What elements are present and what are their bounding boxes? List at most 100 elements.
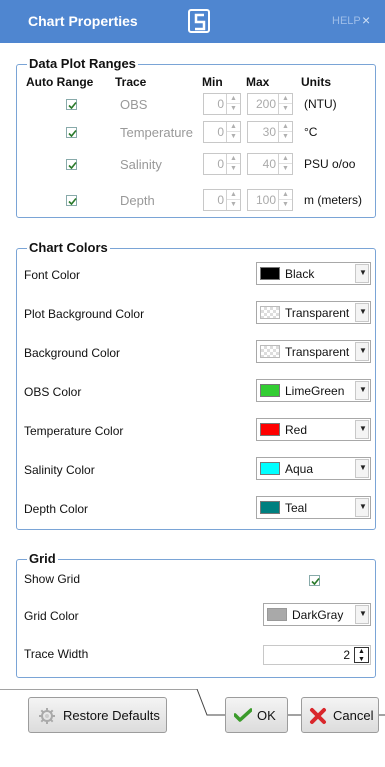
trace-width-stepper[interactable]: 2 ▲ ▼ [263,645,371,665]
chevron-down-icon[interactable]: ▼ [355,605,369,624]
color-select[interactable]: Transparent ▼ [256,340,371,363]
color-value: Transparent [285,345,350,359]
max-stepper[interactable]: 200 ▲ ▼ [247,93,293,115]
chart-colors-title: Chart Colors [27,240,110,255]
color-select[interactable]: Teal ▼ [256,496,371,519]
auto-range-checkbox[interactable] [66,159,77,170]
stepper-arrows[interactable]: ▲ ▼ [354,647,369,663]
cancel-button[interactable]: Cancel [301,697,379,733]
decrement-arrow-icon[interactable]: ▼ [279,132,292,142]
increment-arrow-icon[interactable]: ▲ [227,94,240,104]
increment-arrow-icon[interactable]: ▲ [227,122,240,132]
max-value: 40 [262,157,276,171]
increment-arrow-icon[interactable]: ▲ [279,94,292,104]
ok-button[interactable]: OK [225,697,288,733]
close-icon [309,707,327,728]
grid-color-select[interactable]: DarkGray ▼ [263,603,371,626]
decrement-arrow-icon[interactable]: ▼ [227,104,240,114]
increment-arrow-icon[interactable]: ▲ [358,648,365,655]
grid-title: Grid [27,551,58,566]
chevron-down-icon[interactable]: ▼ [355,342,369,361]
color-swatch [260,306,280,319]
chevron-down-icon[interactable]: ▼ [355,498,369,517]
decrement-arrow-icon[interactable]: ▼ [358,656,365,663]
stepper-arrows[interactable]: ▲ ▼ [226,122,240,142]
auto-range-checkbox[interactable] [66,127,77,138]
increment-arrow-icon[interactable]: ▲ [279,122,292,132]
color-property-label: Depth Color [24,502,89,516]
decrement-arrow-icon[interactable]: ▼ [279,104,292,114]
stepper-arrows[interactable]: ▲ ▼ [278,94,292,114]
stepper-arrows[interactable]: ▲ ▼ [278,154,292,174]
max-header: Max [246,75,270,89]
chevron-down-icon[interactable]: ▼ [355,459,369,478]
color-property-label: Temperature Color [24,424,124,438]
grid-color-value: DarkGray [292,608,344,622]
color-swatch [260,384,280,397]
decrement-arrow-icon[interactable]: ▼ [279,164,292,174]
color-select[interactable]: Transparent ▼ [256,301,371,324]
units-label: °C [304,125,318,139]
max-stepper[interactable]: 100 ▲ ▼ [247,189,293,211]
min-stepper[interactable]: 0 ▲ ▼ [203,93,241,115]
stepper-arrows[interactable]: ▲ ▼ [278,122,292,142]
min-stepper[interactable]: 0 ▲ ▼ [203,121,241,143]
increment-arrow-icon[interactable]: ▲ [279,190,292,200]
max-stepper[interactable]: 30 ▲ ▼ [247,121,293,143]
increment-arrow-icon[interactable]: ▲ [227,154,240,164]
decrement-arrow-icon[interactable]: ▼ [227,164,240,174]
gear-icon [38,707,56,728]
units-label: (NTU) [304,97,337,111]
min-value: 0 [217,157,224,171]
trace-name: Depth [120,193,155,208]
min-value: 0 [217,97,224,111]
color-property-label: Font Color [24,268,81,282]
trace-name: Salinity [120,157,162,172]
grid-color-label: Grid Color [24,609,79,623]
min-stepper[interactable]: 0 ▲ ▼ [203,189,241,211]
auto-range-header: Auto Range [26,75,94,89]
data-range-row: Temperature 0 ▲ ▼ 30 ▲ ▼ °C [0,121,385,145]
data-range-row: Depth 0 ▲ ▼ 100 ▲ ▼ m (meters) [0,189,385,213]
stepper-arrows[interactable]: ▲ ▼ [226,190,240,210]
color-value: LimeGreen [285,384,345,398]
close-icon[interactable]: × [362,12,370,28]
increment-arrow-icon[interactable]: ▲ [227,190,240,200]
color-swatch [260,501,280,514]
units-label: m (meters) [304,193,362,207]
stepper-arrows[interactable]: ▲ ▼ [226,94,240,114]
auto-range-checkbox[interactable] [66,195,77,206]
auto-range-checkbox[interactable] [66,99,77,110]
color-select[interactable]: Aqua ▼ [256,457,371,480]
data-plot-ranges-title: Data Plot Ranges [27,56,138,71]
chevron-down-icon[interactable]: ▼ [355,303,369,322]
color-select[interactable]: Black ▼ [256,262,371,285]
ok-label: OK [257,708,276,723]
increment-arrow-icon[interactable]: ▲ [279,154,292,164]
max-value: 30 [262,125,276,139]
units-label: PSU o/oo [304,157,356,171]
decrement-arrow-icon[interactable]: ▼ [227,200,240,210]
stepper-arrows[interactable]: ▲ ▼ [278,190,292,210]
show-grid-label: Show Grid [24,572,81,586]
color-select[interactable]: Red ▼ [256,418,371,441]
help-link[interactable]: HELP [332,15,361,27]
stepper-arrows[interactable]: ▲ ▼ [226,154,240,174]
color-value: Aqua [285,462,314,476]
chevron-down-icon[interactable]: ▼ [355,264,369,283]
restore-defaults-button[interactable]: Restore Defaults [28,697,167,733]
min-stepper[interactable]: 0 ▲ ▼ [203,153,241,175]
color-property-label: Background Color [24,346,121,360]
decrement-arrow-icon[interactable]: ▼ [279,200,292,210]
max-value: 200 [255,97,276,111]
show-grid-checkbox[interactable] [309,575,320,586]
color-swatch [260,423,280,436]
min-header: Min [202,75,223,89]
max-stepper[interactable]: 40 ▲ ▼ [247,153,293,175]
decrement-arrow-icon[interactable]: ▼ [227,132,240,142]
color-select[interactable]: LimeGreen ▼ [256,379,371,402]
chevron-down-icon[interactable]: ▼ [355,420,369,439]
window-title: Chart Properties [28,13,138,29]
trace-width-value: 2 [343,648,350,662]
chevron-down-icon[interactable]: ▼ [355,381,369,400]
